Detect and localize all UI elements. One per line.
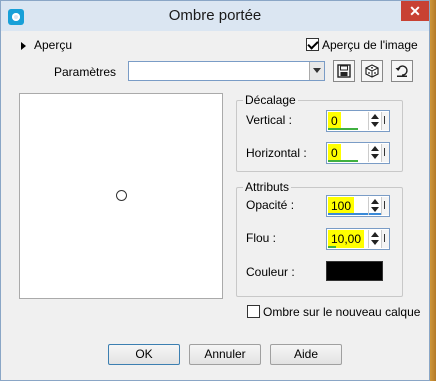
opacity-spinner[interactable]: 100: [326, 195, 390, 217]
reset-button[interactable]: [391, 60, 413, 82]
color-swatch[interactable]: [326, 261, 383, 281]
new-layer-checkbox[interactable]: [247, 305, 260, 318]
blur-label: Flou :: [246, 231, 277, 245]
horizontal-arrows-icon[interactable]: [368, 144, 380, 162]
blur-spinner[interactable]: 10,00: [326, 228, 390, 250]
preview-image-label: Aperçu de l'image: [322, 38, 418, 52]
opacity-menu-button[interactable]: [381, 197, 389, 215]
reset-icon: [395, 65, 408, 77]
close-icon: ✕: [409, 3, 421, 19]
preview-image-checkbox-row[interactable]: Aperçu de l'image: [306, 38, 418, 54]
vertical-spinner[interactable]: 0: [326, 110, 390, 132]
preview-canvas[interactable]: [19, 93, 223, 299]
horizontal-label: Horizontal :: [246, 146, 307, 160]
save-preset-button[interactable]: [333, 60, 355, 82]
opacity-label: Opacité :: [246, 198, 295, 212]
vertical-bar: [328, 128, 358, 130]
help-button[interactable]: Aide: [270, 344, 342, 365]
preview-image-checkbox[interactable]: [306, 38, 319, 51]
horizontal-spinner[interactable]: 0: [326, 142, 390, 164]
new-layer-checkbox-row[interactable]: Ombre sur le nouveau calque: [247, 305, 420, 321]
close-button[interactable]: ✕: [401, 1, 429, 21]
preview-handle-circle[interactable]: [116, 190, 127, 201]
blur-arrows-icon[interactable]: [368, 230, 380, 248]
vertical-label: Vertical :: [246, 113, 293, 127]
expand-triangle-icon: [21, 41, 26, 50]
random-button[interactable]: [361, 60, 383, 82]
title-bar[interactable]: Ombre portée ✕: [1, 1, 429, 31]
opacity-arrows-icon[interactable]: [368, 197, 380, 215]
dialog-window: Ombre portée ✕ Aperçu Aperçu de l'image …: [0, 0, 430, 381]
preview-toggle-label: Aperçu: [34, 38, 73, 52]
offset-legend: Décalage: [243, 93, 298, 107]
new-layer-label: Ombre sur le nouveau calque: [263, 305, 421, 319]
preview-toggle[interactable]: Aperçu: [21, 38, 72, 54]
vertical-arrows-icon[interactable]: [368, 112, 380, 130]
horizontal-bar: [328, 160, 358, 162]
color-label: Couleur :: [246, 265, 295, 279]
blur-bar: [328, 246, 336, 248]
save-preset-icon: [337, 64, 351, 78]
chevron-down-icon[interactable]: [309, 62, 324, 80]
ok-button[interactable]: OK: [108, 344, 180, 365]
attributes-legend: Attributs: [243, 180, 292, 194]
blur-menu-button[interactable]: [381, 230, 389, 248]
params-combobox[interactable]: [128, 61, 325, 81]
cancel-button[interactable]: Annuler: [189, 344, 261, 365]
random-dice-icon: [365, 64, 379, 78]
window-title: Ombre portée: [168, 7, 262, 24]
vertical-menu-button[interactable]: [381, 112, 389, 130]
horizontal-menu-button[interactable]: [381, 144, 389, 162]
params-label: Paramètres: [54, 65, 117, 79]
